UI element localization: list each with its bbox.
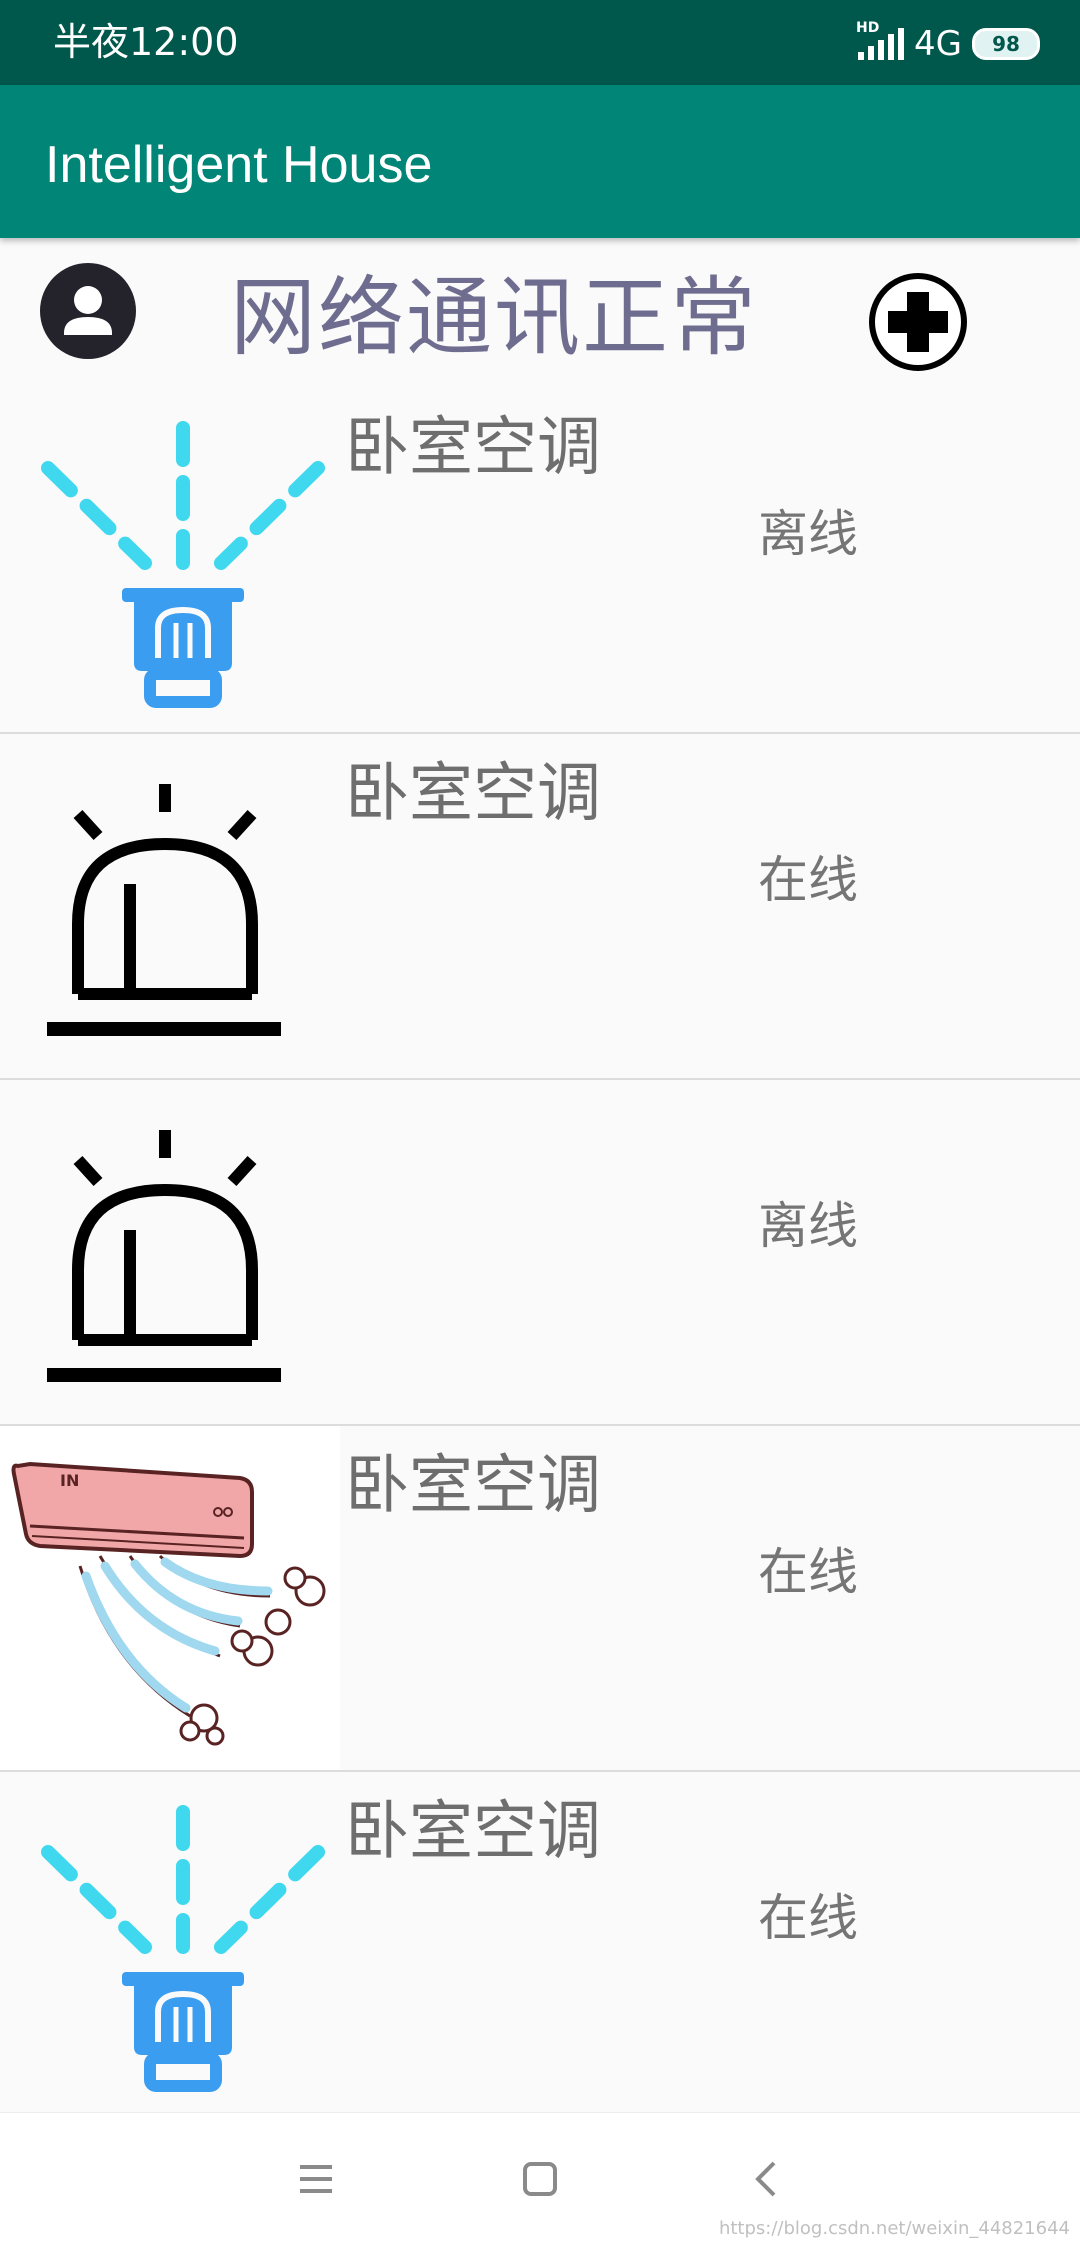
air-conditioner-icon: IN: [0, 1426, 340, 1770]
network-type: 4G: [914, 24, 962, 64]
battery-level: 98: [992, 32, 1020, 56]
signal-strength-icon: HD: [856, 20, 905, 60]
device-row[interactable]: 卧室空调 在线: [0, 1772, 1080, 2118]
device-status: 在线: [758, 1543, 858, 1601]
battery-icon: 98: [972, 28, 1040, 60]
add-circle-icon: [869, 273, 967, 371]
network-status: 网络通讯正常: [230, 268, 758, 368]
menu-button[interactable]: [286, 2149, 346, 2209]
device-status: 离线: [758, 505, 858, 563]
device-row[interactable]: 卧室空调 在线: [0, 734, 1080, 1080]
watermark: https://blog.csdn.net/weixin_44821644: [718, 2218, 1070, 2239]
device-status: 在线: [758, 1889, 858, 1947]
device-name: 卧室空调: [345, 757, 601, 831]
device-name: 卧室空调: [345, 1795, 601, 1869]
device-row[interactable]: IN 卧室空调 在线: [0, 1426, 1080, 1772]
device-name: 卧室空调: [345, 1449, 601, 1523]
status-indicators: HD 4G 98: [856, 20, 1040, 64]
device-status: 离线: [758, 1197, 858, 1255]
sprinkler-icon: [0, 388, 340, 732]
device-row[interactable]: 卧室空调 离线: [0, 388, 1080, 734]
device-row[interactable]: 离线: [0, 1080, 1080, 1426]
system-nav-bar: https://blog.csdn.net/weixin_44821644: [0, 2112, 1080, 2245]
header-row: 网络通讯正常: [0, 238, 1080, 388]
alarm-light-icon: [0, 1080, 340, 1424]
back-icon: [755, 2161, 776, 2197]
back-button[interactable]: [736, 2149, 796, 2209]
device-status: 在线: [758, 851, 858, 909]
device-name: 卧室空调: [345, 411, 601, 485]
app-title: Intelligent House: [45, 136, 433, 194]
menu-icon: [300, 2165, 332, 2193]
status-bar: 半夜12:00 HD 4G 98: [0, 0, 1080, 85]
status-time: 半夜12:00: [53, 20, 239, 64]
add-device-button[interactable]: [868, 272, 968, 372]
device-list: 卧室空调 离线 卧室空调 在线 离线 IN 卧室空调 在线 卧室空调 在线: [0, 388, 1080, 2118]
user-avatar-icon[interactable]: [40, 263, 136, 359]
home-icon: [523, 2162, 557, 2196]
svg-text:IN: IN: [60, 1471, 79, 1490]
home-button[interactable]: [510, 2149, 570, 2209]
hd-badge: HD: [856, 20, 880, 36]
app-bar: Intelligent House: [0, 85, 1080, 238]
sprinkler-icon: [0, 1772, 340, 2116]
alarm-light-icon: [0, 734, 340, 1078]
